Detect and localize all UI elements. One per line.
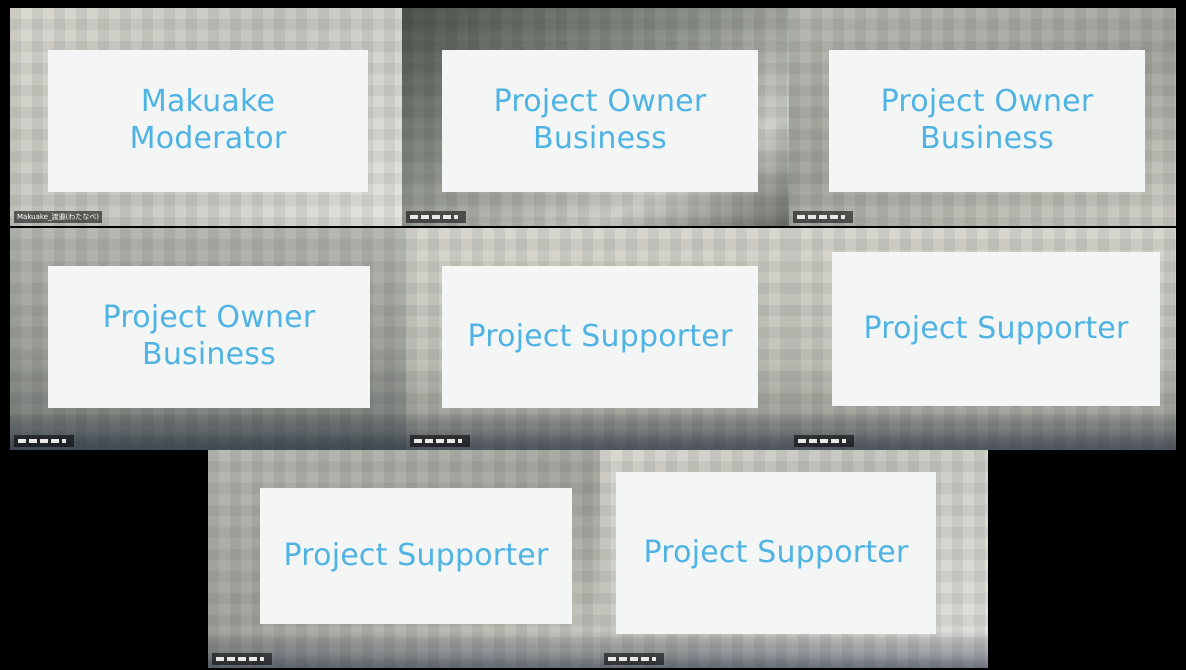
participant-role-card: Project Owner Business [829, 50, 1145, 192]
participant-name-tag [212, 653, 272, 665]
participant-role-card: Project Supporter [832, 252, 1160, 406]
role-label-line: Makuake [140, 84, 276, 120]
role-label-line: Project Supporter [863, 310, 1129, 346]
participant-name-tag [794, 435, 854, 447]
role-label-line: Project Supporter [643, 534, 909, 570]
participant-video-tile[interactable]: Project Supporter [600, 450, 988, 668]
role-label-line: Business [533, 121, 667, 156]
participant-name-tag [793, 211, 853, 223]
participant-video-tile[interactable]: Project Supporter [208, 450, 600, 668]
participant-role-card: Project Supporter [260, 488, 572, 624]
role-label-line: Project Supporter [283, 537, 549, 573]
participant-role-card: Project Supporter [616, 472, 936, 634]
participant-name-tag [604, 653, 664, 665]
participant-video-tile[interactable]: Project Supporter [790, 228, 1176, 450]
video-gallery: Makuake Moderator Makuake_渡邉(わたなべ) Proje… [0, 0, 1186, 670]
participant-video-tile[interactable]: Project Owner Business [10, 228, 406, 450]
role-label-line: Project Supporter [467, 318, 733, 354]
role-label-line: Project Owner [880, 84, 1094, 120]
participant-role-card: Project Owner Business [48, 266, 370, 408]
participant-role-card: Makuake Moderator [48, 50, 368, 192]
participant-video-tile[interactable]: Project Supporter [406, 228, 790, 450]
participant-video-tile[interactable]: Makuake Moderator Makuake_渡邉(わたなべ) [10, 8, 402, 226]
role-label-line: Business [920, 121, 1054, 156]
participant-name-tag [410, 435, 470, 447]
participant-role-card: Project Owner Business [442, 50, 758, 192]
participant-name-tag [14, 435, 74, 447]
participant-video-tile[interactable]: Project Owner Business [789, 8, 1176, 226]
role-label-line: Moderator [129, 121, 287, 156]
role-label-line: Project Owner [102, 300, 316, 336]
participant-name-tag: Makuake_渡邉(わたなべ) [14, 211, 102, 223]
role-label-line: Project Owner [493, 84, 707, 120]
role-label-line: Business [142, 337, 276, 372]
participant-name-tag [406, 211, 466, 223]
participant-role-card: Project Supporter [442, 266, 758, 408]
participant-video-tile[interactable]: Project Owner Business [402, 8, 789, 226]
